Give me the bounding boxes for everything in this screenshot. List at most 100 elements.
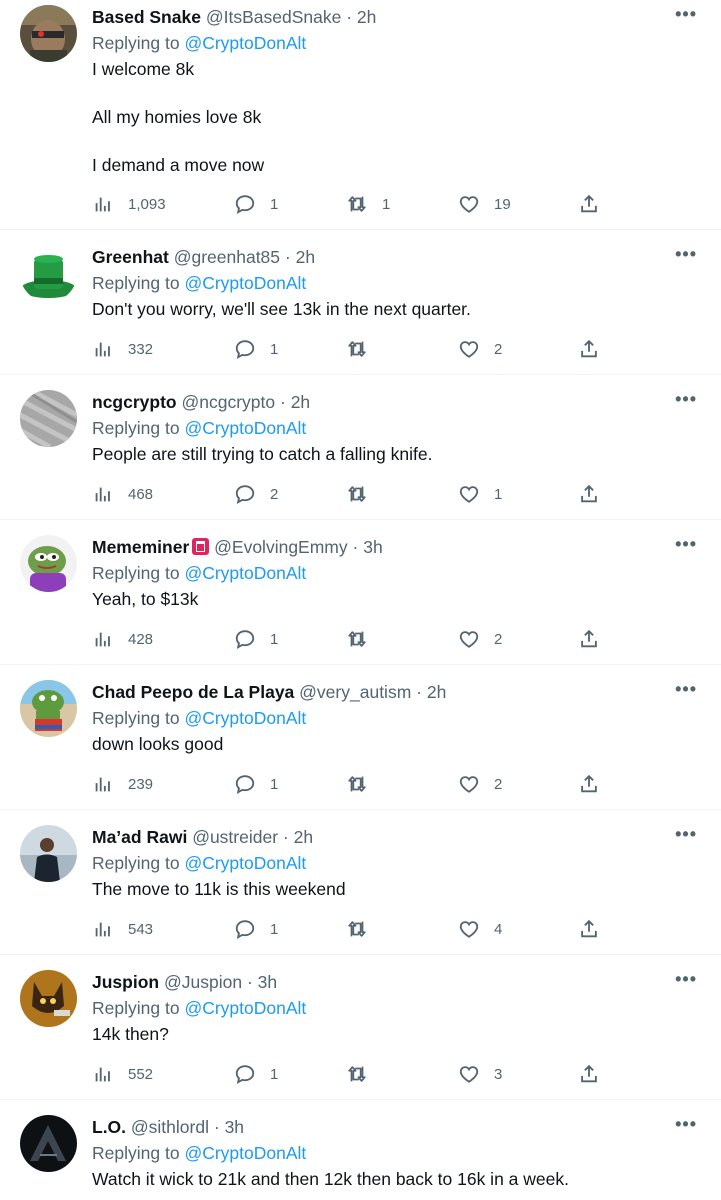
reply-button[interactable]: 1 <box>234 625 278 653</box>
tweet[interactable]: Juspion @Juspion · 3h Replying to @Crypt… <box>0 955 721 1100</box>
like-button[interactable]: 19 <box>458 190 511 218</box>
author-name[interactable]: Ma’ad Rawi <box>92 827 187 847</box>
retweet-button[interactable] <box>346 625 382 653</box>
author-name[interactable]: Chad Peepo de La Playa <box>92 682 294 702</box>
reply-button[interactable]: 1 <box>234 770 278 798</box>
share-button[interactable] <box>578 915 600 943</box>
retweet-icon <box>348 1066 366 1082</box>
retweet-button[interactable] <box>346 915 382 943</box>
heart-icon <box>459 196 479 213</box>
tweet-header: Ma’ad Rawi @ustreider · 2h <box>92 824 701 850</box>
share-button[interactable] <box>578 480 600 508</box>
tweet-text: Yeah, to $13k <box>92 586 701 612</box>
reply-button[interactable]: 1 <box>234 1060 278 1088</box>
tweet[interactable]: L.O. @sithlordl · 3h Replying to @Crypto… <box>0 1100 721 1200</box>
author-name[interactable]: Juspion <box>92 972 159 992</box>
more-options-icon[interactable]: ••• <box>675 4 697 25</box>
pepe-avatar[interactable] <box>20 535 77 592</box>
author-handle[interactable]: @greenhat85 <box>174 247 280 267</box>
reply-count: 1 <box>270 1065 279 1083</box>
timestamp[interactable]: 2h <box>291 392 310 412</box>
tweet[interactable]: Based Snake @ItsBasedSnake · 2h Replying… <box>0 0 721 230</box>
timestamp[interactable]: 2h <box>427 682 446 702</box>
like-button[interactable]: 2 <box>458 335 502 363</box>
retweet-button[interactable] <box>346 770 382 798</box>
fox-avatar[interactable] <box>20 970 77 1027</box>
green-hat-avatar[interactable] <box>20 245 77 302</box>
mention-link[interactable]: @CryptoDonAlt <box>184 33 306 53</box>
mention-link[interactable]: @CryptoDonAlt <box>184 418 306 438</box>
views-button[interactable]: 239 <box>92 770 153 798</box>
author-handle[interactable]: @sithlordl <box>131 1117 209 1137</box>
timestamp[interactable]: 3h <box>258 972 277 992</box>
author-name[interactable]: Based Snake <box>92 7 201 27</box>
tweet[interactable]: Chad Peepo de La Playa @very_autism · 2h… <box>0 665 721 810</box>
timestamp[interactable]: 2h <box>357 7 376 27</box>
more-options-icon[interactable]: ••• <box>675 679 697 700</box>
author-handle[interactable]: @ncgcrypto <box>181 392 275 412</box>
retweet-button[interactable] <box>346 1060 382 1088</box>
share-button[interactable] <box>578 190 600 218</box>
author-handle[interactable]: @ustreider <box>192 827 278 847</box>
views-button[interactable]: 428 <box>92 625 153 653</box>
timestamp[interactable]: 3h <box>225 1117 244 1137</box>
reply-button[interactable]: 1 <box>234 190 278 218</box>
author-handle[interactable]: @very_autism <box>299 682 411 702</box>
reply-button[interactable]: 1 <box>234 335 278 363</box>
author-name[interactable]: L.O. <box>92 1117 126 1137</box>
timestamp[interactable]: 2h <box>294 827 313 847</box>
views-button[interactable]: 468 <box>92 480 153 508</box>
reply-button[interactable]: 2 <box>234 480 278 508</box>
share-button[interactable] <box>578 770 600 798</box>
like-button[interactable]: 3 <box>458 1060 502 1088</box>
tweet[interactable]: ncgcrypto @ncgcrypto · 2h Replying to @C… <box>0 375 721 520</box>
tweet[interactable]: Mememiner @EvolvingEmmy · 3h Replying to… <box>0 520 721 665</box>
tweet[interactable]: Greenhat @greenhat85 · 2h Replying to @C… <box>0 230 721 375</box>
share-button[interactable] <box>578 625 600 653</box>
author-handle[interactable]: @ItsBasedSnake <box>206 7 341 27</box>
tweet[interactable]: Ma’ad Rawi @ustreider · 2h Replying to @… <box>0 810 721 955</box>
like-button[interactable]: 4 <box>458 915 502 943</box>
mention-link[interactable]: @CryptoDonAlt <box>184 273 306 293</box>
like-button[interactable]: 2 <box>458 770 502 798</box>
reply-button[interactable]: 1 <box>234 915 278 943</box>
dark-logo-avatar[interactable] <box>20 1115 77 1172</box>
timestamp[interactable]: 2h <box>296 247 315 267</box>
peepo-beach-avatar[interactable] <box>20 680 77 737</box>
timestamp[interactable]: 3h <box>363 537 382 557</box>
author-name[interactable]: ncgcrypto <box>92 392 177 412</box>
retweet-icon <box>348 486 366 502</box>
author-name[interactable]: Mememiner <box>92 537 189 557</box>
author-name[interactable]: Greenhat <box>92 247 169 267</box>
views-button[interactable]: 1,093 <box>92 190 166 218</box>
mention-link[interactable]: @CryptoDonAlt <box>184 998 306 1018</box>
views-button[interactable]: 543 <box>92 915 153 943</box>
like-button[interactable]: 1 <box>458 480 502 508</box>
mention-link[interactable]: @CryptoDonAlt <box>184 563 306 583</box>
grey-texture-avatar[interactable] <box>20 390 77 447</box>
more-options-icon[interactable]: ••• <box>675 534 697 555</box>
separator-dot: · <box>352 537 359 557</box>
snake-avatar[interactable] <box>20 5 77 62</box>
person-photo-avatar[interactable] <box>20 825 77 882</box>
more-options-icon[interactable]: ••• <box>675 244 697 265</box>
more-options-icon[interactable]: ••• <box>675 1114 697 1135</box>
mention-link[interactable]: @CryptoDonAlt <box>184 708 306 728</box>
views-button[interactable]: 552 <box>92 1060 153 1088</box>
like-button[interactable]: 2 <box>458 625 502 653</box>
share-button[interactable] <box>578 335 600 363</box>
more-options-icon[interactable]: ••• <box>675 389 697 410</box>
mention-link[interactable]: @CryptoDonAlt <box>184 1143 306 1163</box>
more-options-icon[interactable]: ••• <box>675 824 697 845</box>
retweet-button[interactable]: 1 <box>346 190 390 218</box>
author-handle[interactable]: @Juspion <box>164 972 242 992</box>
share-button[interactable] <box>578 1060 600 1088</box>
views-button[interactable]: 332 <box>92 335 153 363</box>
author-handle[interactable]: @EvolvingEmmy <box>214 537 348 557</box>
retweet-button[interactable] <box>346 480 382 508</box>
separator-dot: · <box>416 682 422 702</box>
mention-link[interactable]: @CryptoDonAlt <box>184 853 306 873</box>
retweet-button[interactable] <box>346 335 382 363</box>
more-options-icon[interactable]: ••• <box>675 969 697 990</box>
views-icon <box>95 922 110 937</box>
